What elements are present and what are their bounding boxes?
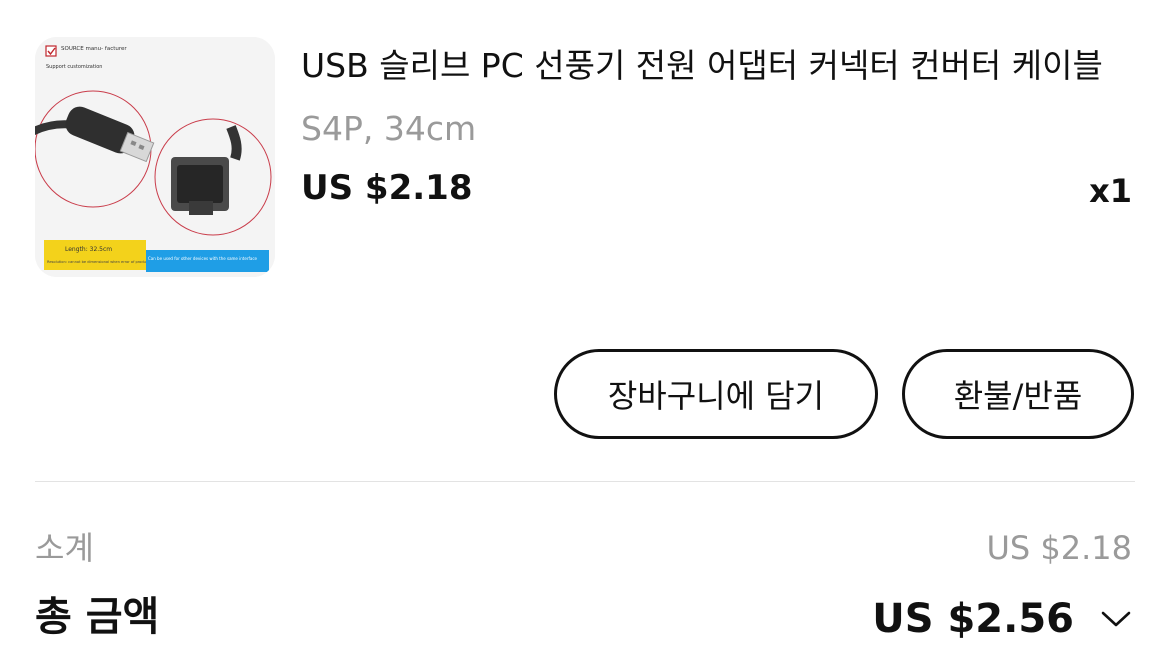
product-image-graphic: SOURCE manu- facturer Support customizat… <box>35 37 275 277</box>
image-compat-text: Can be used for other devices with the s… <box>148 256 258 261</box>
image-subtitle-text: Support customization <box>46 64 102 70</box>
section-divider <box>35 481 1135 482</box>
product-variant: S4P, 34cm <box>301 109 477 148</box>
total-amount-toggle[interactable]: US $2.56 <box>872 592 1132 646</box>
order-item-card: SOURCE manu- facturer Support customizat… <box>0 0 1170 671</box>
add-to-cart-button[interactable]: 장바구니에 담기 <box>554 349 878 439</box>
product-price: US $2.18 <box>301 168 473 208</box>
image-length-label: Length: 32.5cm <box>65 246 112 253</box>
image-note-text: Resolution: cannot be dimensional when e… <box>47 260 151 264</box>
product-title[interactable]: USB 슬리브 PC 선풍기 전원 어댑터 커넥터 컨버터 케이블 <box>301 42 1131 90</box>
product-image[interactable]: SOURCE manu- facturer Support customizat… <box>35 37 275 277</box>
total-value: US $2.56 <box>872 596 1074 642</box>
image-brand-text: SOURCE manu- facturer <box>61 46 127 52</box>
total-label: 총 금액 <box>35 594 160 640</box>
refund-return-button[interactable]: 환불/반품 <box>902 349 1134 439</box>
subtotal-value: US $2.18 <box>986 529 1132 567</box>
product-quantity: x1 <box>1089 172 1132 210</box>
chevron-down-icon[interactable] <box>1100 603 1132 635</box>
subtotal-label: 소계 <box>35 529 94 567</box>
